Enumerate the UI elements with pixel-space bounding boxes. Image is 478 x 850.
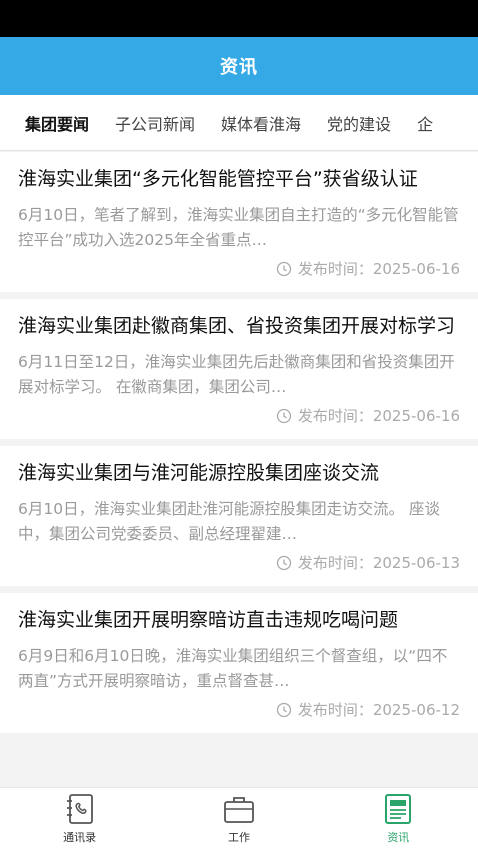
page-title: 资讯 xyxy=(220,57,258,78)
news-icon xyxy=(385,794,412,824)
publish-date: 发布时间：2025-06-13 xyxy=(297,554,460,572)
list-item[interactable]: 淮海实业集团开展明察暗访直击违规吃喝问题 6月9日和6月10日晚，淮海实业集团组… xyxy=(0,593,478,733)
nav-work[interactable]: 工作 xyxy=(159,788,318,850)
tab-enterprise[interactable]: 企 xyxy=(404,111,446,135)
news-summary: 6月10日，笔者了解到，淮海实业集团自主打造的“多元化智能管控平台”成功入选20… xyxy=(18,206,459,249)
tab-subsidiary-news[interactable]: 子公司新闻 xyxy=(102,111,208,135)
contacts-icon xyxy=(66,794,93,824)
news-meta: 发布时间：2025-06-12 xyxy=(18,699,460,721)
news-meta: 发布时间：2025-06-16 xyxy=(18,405,460,427)
clock-icon xyxy=(276,555,291,571)
list-item[interactable]: 淮海实业集团“多元化智能管控平台”获省级认证 6月10日，笔者了解到，淮海实业集… xyxy=(0,152,478,292)
nav-label: 通讯录 xyxy=(63,831,97,844)
news-summary: 6月10日，淮海实业集团赴淮河能源控股集团走访交流。 座谈中，集团公司党委委员、… xyxy=(18,500,441,543)
nav-label: 资讯 xyxy=(387,831,410,844)
list-item[interactable]: 淮海实业集团与淮河能源控股集团座谈交流 6月10日，淮海实业集团赴淮河能源控股集… xyxy=(0,446,478,586)
publish-date: 发布时间：2025-06-12 xyxy=(297,701,460,719)
news-title: 淮海实业集团开展明察暗访直击违规吃喝问题 xyxy=(18,609,399,631)
news-category-tabs: 集团要闻 子公司新闻 媒体看淮海 党的建设 企 xyxy=(0,95,478,151)
news-summary: 6月9日和6月10日晚，淮海实业集团组织三个督查组，以“四不两直”方式开展明察暗… xyxy=(18,647,448,690)
list-item[interactable]: 淮海实业集团赴徽商集团、省投资集团开展对标学习 6月11日至12日，淮海实业集团… xyxy=(0,299,478,439)
status-bar xyxy=(0,0,478,37)
tab-party-building[interactable]: 党的建设 xyxy=(314,111,404,135)
nav-news[interactable]: 资讯 xyxy=(319,788,478,850)
news-list: 淮海实业集团“多元化智能管控平台”获省级认证 6月10日，笔者了解到，淮海实业集… xyxy=(0,152,478,787)
news-meta: 发布时间：2025-06-13 xyxy=(18,552,460,574)
clock-icon xyxy=(276,408,291,424)
clock-icon xyxy=(276,702,291,718)
news-title: 淮海实业集团与淮河能源控股集团座谈交流 xyxy=(18,462,380,484)
publish-date: 发布时间：2025-06-16 xyxy=(297,407,460,425)
news-meta: 发布时间：2025-06-16 xyxy=(18,258,460,280)
news-title: 淮海实业集团赴徽商集团、省投资集团开展对标学习 xyxy=(18,315,456,337)
tab-media-view[interactable]: 媒体看淮海 xyxy=(208,111,314,135)
news-summary: 6月11日至12日，淮海实业集团先后赴徽商集团和省投资集团开展对标学习。 在徽商… xyxy=(18,353,455,396)
publish-date: 发布时间：2025-06-16 xyxy=(297,260,460,278)
nav-label: 工作 xyxy=(227,831,250,844)
app-header: 资讯 xyxy=(0,37,478,95)
tab-group-news[interactable]: 集团要闻 xyxy=(0,111,102,135)
clock-icon xyxy=(276,261,291,277)
briefcase-icon xyxy=(224,797,254,823)
bottom-nav: 通讯录 工作 资讯 xyxy=(0,787,478,850)
nav-contacts[interactable]: 通讯录 xyxy=(0,788,159,850)
news-title: 淮海实业集团“多元化智能管控平台”获省级认证 xyxy=(18,168,418,190)
